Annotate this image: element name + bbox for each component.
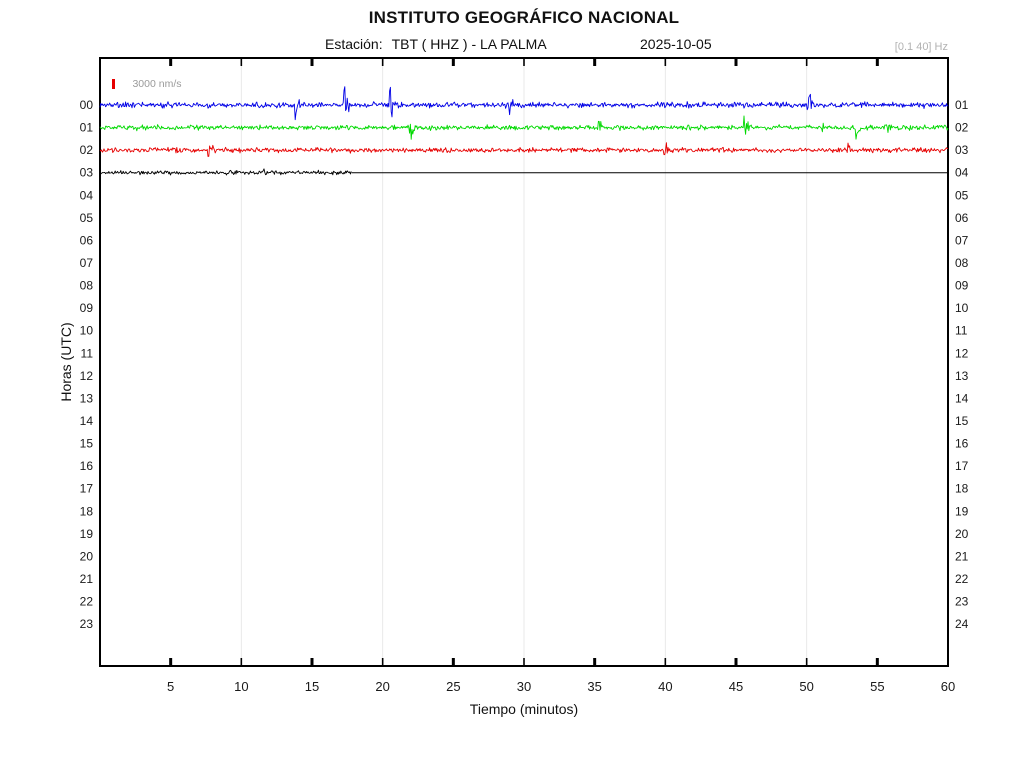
hour-label-left-19: 19 <box>80 527 94 541</box>
helicorder-plot: 5 10 15 20 25 30 35 40 45 50 55 60 00 01 01 02 02 03 03 04 0… <box>80 57 969 694</box>
hour-label-right-07: 07 <box>955 233 969 247</box>
hour-label-right-05: 05 <box>955 188 969 202</box>
hour-label-left-17: 17 <box>80 482 94 496</box>
scale-label: 3000 nm/s <box>132 77 182 90</box>
x-tick-label-45: 45 <box>729 679 743 694</box>
hour-label-left-14: 14 <box>80 414 94 428</box>
hour-label-left-13: 13 <box>80 391 94 405</box>
x-tick-label-60: 60 <box>941 679 955 694</box>
y-axis-title: Horas (UTC) <box>58 322 74 402</box>
trace-hour-03 <box>99 168 352 176</box>
hour-label-left-02: 02 <box>80 143 94 157</box>
hour-label-left-22: 22 <box>80 595 94 609</box>
x-tick-label-40: 40 <box>658 679 672 694</box>
hour-label-left-01: 01 <box>80 121 94 135</box>
hour-label-left-08: 08 <box>80 279 94 293</box>
hour-label-left-11: 11 <box>81 346 94 360</box>
hour-label-right-04: 04 <box>955 166 969 180</box>
hour-label-right-20: 20 <box>955 527 969 541</box>
hour-label-right-24: 24 <box>955 617 969 631</box>
scale-legend: 3000 nm/s <box>112 75 182 90</box>
x-tick-label-35: 35 <box>587 679 601 694</box>
hour-label-right-06: 06 <box>955 211 969 225</box>
hour-label-left-16: 16 <box>80 459 94 473</box>
hour-label-left-03: 03 <box>80 166 94 180</box>
hour-label-right-13: 13 <box>955 369 969 383</box>
hour-label-right-21: 21 <box>955 549 969 563</box>
hour-label-right-19: 19 <box>955 504 969 518</box>
x-tick-label-5: 5 <box>167 679 174 694</box>
station-value: TBT ( HHZ ) - LA PALMA <box>391 36 547 52</box>
hour-label-right-09: 09 <box>955 279 969 293</box>
x-tick-label-15: 15 <box>305 679 319 694</box>
hour-label-right-15: 15 <box>955 414 969 428</box>
station-subtitle: Estación: TBT ( HHZ ) - LA PALMA <box>325 36 547 52</box>
hour-label-right-02: 02 <box>955 121 969 135</box>
x-tick-label-50: 50 <box>799 679 813 694</box>
hour-label-right-10: 10 <box>955 301 969 315</box>
hour-label-right-03: 03 <box>955 143 969 157</box>
hour-label-left-23: 23 <box>80 617 94 631</box>
hour-label-right-11: 11 <box>955 324 968 338</box>
hour-label-left-18: 18 <box>80 504 94 518</box>
hour-label-left-12: 12 <box>80 369 94 383</box>
hour-label-right-18: 18 <box>955 482 969 496</box>
hour-label-left-00: 00 <box>80 98 94 112</box>
hour-label-left-20: 20 <box>80 549 94 563</box>
x-tick-label-10: 10 <box>234 679 248 694</box>
scale-bar-icon <box>112 78 115 89</box>
x-tick-label-30: 30 <box>517 679 531 694</box>
hour-label-left-09: 09 <box>80 301 94 315</box>
hour-label-left-04: 04 <box>80 188 94 202</box>
hour-label-right-14: 14 <box>955 391 969 405</box>
date-label: 2025-10-05 <box>640 36 712 52</box>
station-label: Estación: <box>325 36 383 52</box>
hour-label-right-22: 22 <box>955 572 969 586</box>
hour-label-left-06: 06 <box>80 233 94 247</box>
hour-label-right-12: 12 <box>955 346 969 360</box>
helicorder-page: 5 10 15 20 25 30 35 40 45 50 55 60 00 01 01 02 02 03 03 04 0… <box>0 0 1024 768</box>
filter-band-label: [0.1 40] Hz <box>894 41 948 53</box>
hour-label-right-08: 08 <box>955 256 969 270</box>
hour-label-left-07: 07 <box>80 256 94 270</box>
hour-label-right-17: 17 <box>955 459 969 473</box>
hour-label-left-15: 15 <box>80 437 94 451</box>
x-tick-label-25: 25 <box>446 679 460 694</box>
x-tick-label-20: 20 <box>375 679 389 694</box>
x-tick-label-55: 55 <box>870 679 884 694</box>
x-axis-title: Tiempo (minutos) <box>469 701 579 717</box>
hour-label-right-01: 01 <box>955 98 969 112</box>
hour-label-right-16: 16 <box>955 437 969 451</box>
hour-label-left-10: 10 <box>80 324 94 338</box>
hour-label-left-21: 21 <box>80 572 94 586</box>
page-title: INSTITUTO GEOGRÁFICO NACIONAL <box>368 8 680 27</box>
hour-label-left-05: 05 <box>80 211 94 225</box>
hour-label-right-23: 23 <box>955 595 969 609</box>
